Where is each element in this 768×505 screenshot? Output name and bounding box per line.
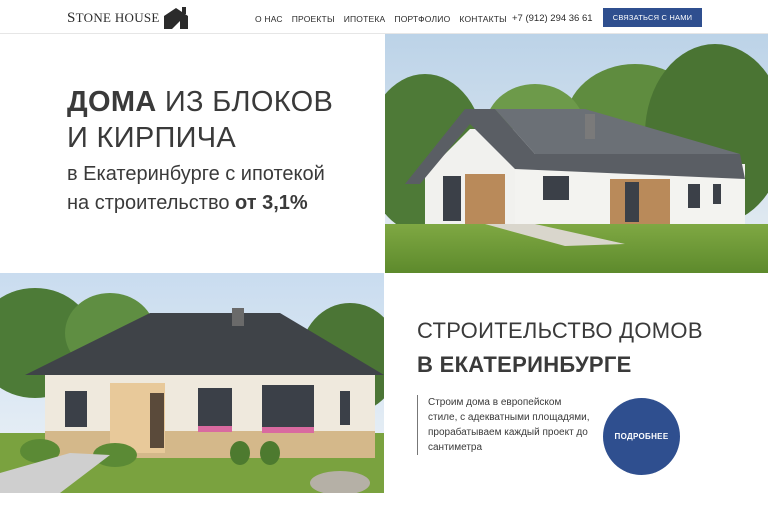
logo[interactable]: STONE HOUSE bbox=[67, 6, 188, 30]
house-photo-bottom bbox=[0, 273, 384, 493]
contact-us-button[interactable]: СВЯЗАТЬСЯ С НАМИ bbox=[603, 8, 702, 27]
more-details-button[interactable]: ПОДРОБНЕЕ bbox=[603, 398, 680, 475]
site-header: STONE HOUSE О НАС ПРОЕКТЫ ИПОТЕКА ПОРТФО… bbox=[0, 0, 768, 34]
nav-contacts[interactable]: КОНТАКТЫ bbox=[459, 14, 506, 24]
nav-about[interactable]: О НАС bbox=[255, 14, 283, 24]
logo-text: STONE HOUSE bbox=[67, 9, 160, 26]
construction-section: СТРОИТЕЛЬСТВО ДОМОВ В ЕКАТЕРИНБУРГЕ bbox=[417, 314, 703, 382]
section-title: СТРОИТЕЛЬСТВО ДОМОВ В ЕКАТЕРИНБУРГЕ bbox=[417, 318, 703, 377]
hero: ДОМА ИЗ БЛОКОВ И КИРПИЧА в Екатеринбурге… bbox=[67, 84, 333, 218]
house-photo-top bbox=[385, 34, 768, 273]
nav-projects[interactable]: ПРОЕКТЫ bbox=[292, 14, 335, 24]
hero-subtitle: в Екатеринбурге с ипотекой на строительс… bbox=[67, 163, 325, 214]
nav-portfolio[interactable]: ПОРТФОЛИО bbox=[394, 14, 450, 24]
nav-mortgage[interactable]: ИПОТЕКА bbox=[344, 14, 386, 24]
hero-title: ДОМА ИЗ БЛОКОВ И КИРПИЧА bbox=[67, 86, 334, 154]
house-logo-icon bbox=[163, 7, 188, 29]
main-nav: О НАС ПРОЕКТЫ ИПОТЕКА ПОРТФОЛИО КОНТАКТЫ bbox=[255, 14, 507, 24]
phone-number[interactable]: +7 (912) 294 36 61 bbox=[512, 13, 593, 24]
section-description: Строим дома в европейском стиле, с адекв… bbox=[417, 395, 592, 455]
